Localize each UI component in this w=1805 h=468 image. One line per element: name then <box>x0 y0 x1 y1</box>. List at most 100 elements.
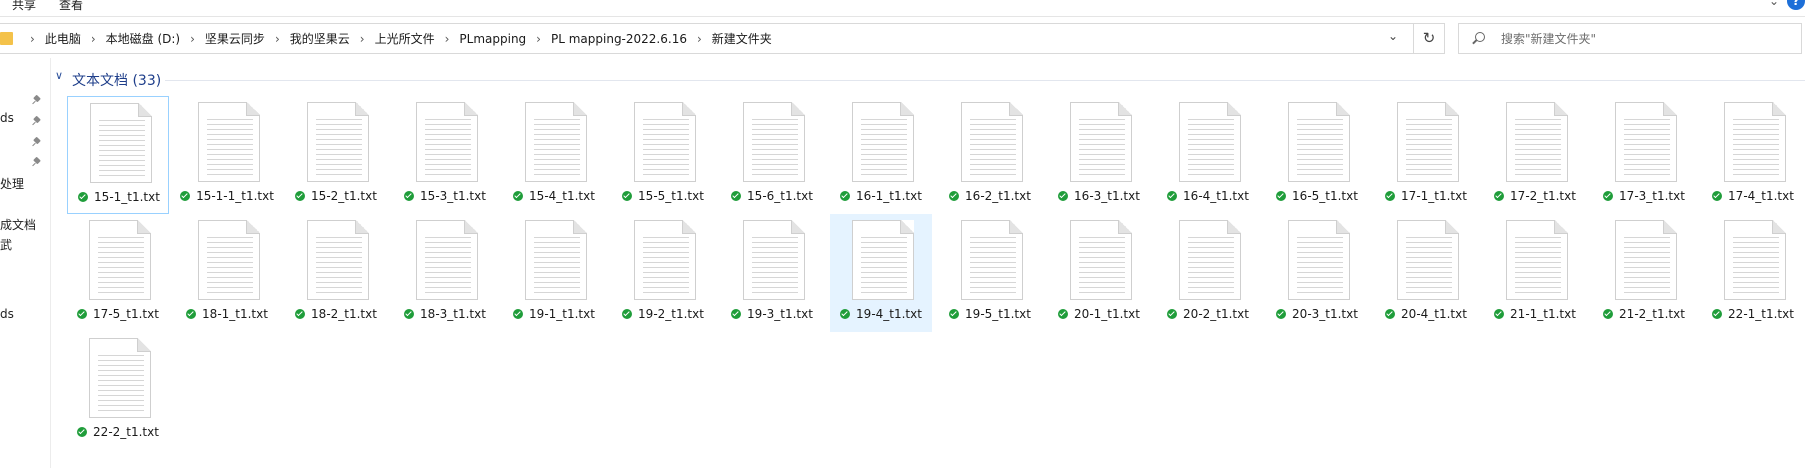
file-name: 19-2_t1.txt <box>612 307 714 321</box>
address-history-chevron-down-icon[interactable]: ⌄ <box>1388 29 1398 43</box>
help-icon[interactable]: ? <box>1787 0 1805 10</box>
chevron-right-icon[interactable]: › <box>30 32 35 46</box>
collapse-group-chevron-icon[interactable]: ∨ <box>55 69 63 82</box>
sync-ok-icon <box>731 191 742 201</box>
file-item[interactable]: 16-5_t1.txt <box>1266 96 1368 214</box>
pin-icon[interactable] <box>33 138 41 146</box>
text-document-icon <box>307 102 369 182</box>
file-item[interactable]: 19-1_t1.txt <box>503 214 605 332</box>
file-name-label: 15-5_t1.txt <box>638 189 704 203</box>
tab-view[interactable]: 查看 <box>59 0 83 13</box>
file-item[interactable]: 15-4_t1.txt <box>503 96 605 214</box>
file-item[interactable]: 15-2_t1.txt <box>285 96 387 214</box>
breadcrumb-item[interactable]: PL mapping-2022.6.16 <box>551 32 687 46</box>
breadcrumb-item[interactable]: 此电脑 <box>45 30 81 47</box>
breadcrumb-item-current[interactable]: 新建文件夹 <box>712 30 772 47</box>
text-document-icon <box>1070 220 1132 300</box>
file-item[interactable]: 21-1_t1.txt <box>1484 214 1586 332</box>
chevron-right-icon[interactable]: › <box>697 32 702 46</box>
file-item[interactable]: 20-3_t1.txt <box>1266 214 1368 332</box>
search-box[interactable] <box>1458 23 1802 55</box>
file-name-label: 15-3_t1.txt <box>420 189 486 203</box>
file-name: 20-4_t1.txt <box>1375 307 1477 321</box>
file-item[interactable]: 18-2_t1.txt <box>285 214 387 332</box>
refresh-icon: ↻ <box>1422 29 1436 47</box>
file-name: 20-2_t1.txt <box>1157 307 1259 321</box>
file-item[interactable]: 18-3_t1.txt <box>394 214 496 332</box>
breadcrumb-item[interactable]: PLmapping <box>459 32 526 46</box>
file-item[interactable]: 16-3_t1.txt <box>1048 96 1150 214</box>
file-name-label: 21-2_t1.txt <box>1619 307 1685 321</box>
file-item[interactable]: 18-1_t1.txt <box>176 214 278 332</box>
file-item[interactable]: 21-2_t1.txt <box>1593 214 1695 332</box>
file-item[interactable]: 17-5_t1.txt <box>67 214 169 332</box>
chevron-right-icon[interactable]: › <box>190 32 195 46</box>
text-document-icon <box>1179 220 1241 300</box>
nav-item[interactable]: ds <box>0 307 14 321</box>
file-name: 17-3_t1.txt <box>1593 189 1695 203</box>
file-item[interactable]: 19-4_t1.txt <box>830 214 932 332</box>
file-name: 15-3_t1.txt <box>394 189 496 203</box>
chevron-right-icon[interactable]: › <box>91 32 96 46</box>
file-item[interactable]: 19-2_t1.txt <box>612 214 714 332</box>
sync-ok-icon <box>622 191 633 201</box>
group-header[interactable]: ∨ 文本文档 (33) <box>55 69 1805 90</box>
file-item[interactable]: 15-1_t1.txt <box>67 96 169 214</box>
file-item[interactable]: 17-2_t1.txt <box>1484 96 1586 214</box>
breadcrumb-item[interactable]: 本地磁盘 (D:) <box>106 30 180 47</box>
file-name: 17-5_t1.txt <box>67 307 169 321</box>
tab-share[interactable]: 共享 <box>12 0 36 13</box>
sync-ok-icon <box>77 427 88 437</box>
file-item[interactable]: 15-6_t1.txt <box>721 96 823 214</box>
file-name-label: 17-2_t1.txt <box>1510 189 1576 203</box>
nav-item[interactable]: ds <box>0 111 14 125</box>
breadcrumb-item[interactable]: 坚果云同步 <box>205 30 265 47</box>
chevron-right-icon[interactable]: › <box>275 32 280 46</box>
nav-item[interactable]: 处理 <box>0 175 24 192</box>
file-item[interactable]: 15-3_t1.txt <box>394 96 496 214</box>
file-name: 17-2_t1.txt <box>1484 189 1586 203</box>
file-item[interactable]: 20-4_t1.txt <box>1375 214 1477 332</box>
file-name-label: 17-4_t1.txt <box>1728 189 1794 203</box>
chevron-right-icon[interactable]: › <box>360 32 365 46</box>
file-item[interactable]: 17-4_t1.txt <box>1702 96 1804 214</box>
file-item[interactable]: 17-3_t1.txt <box>1593 96 1695 214</box>
pin-icon[interactable] <box>33 158 41 166</box>
file-name-label: 15-1-1_t1.txt <box>196 189 274 203</box>
pin-icon[interactable] <box>33 96 41 104</box>
file-item[interactable]: 20-1_t1.txt <box>1048 214 1150 332</box>
file-item[interactable]: 22-1_t1.txt <box>1702 214 1804 332</box>
refresh-button[interactable]: ↻ <box>1414 23 1445 54</box>
pin-icon[interactable] <box>33 117 41 125</box>
file-item[interactable]: 15-1-1_t1.txt <box>176 96 278 214</box>
text-document-icon <box>743 102 805 182</box>
file-name-label: 16-1_t1.txt <box>856 189 922 203</box>
file-item[interactable]: 17-1_t1.txt <box>1375 96 1477 214</box>
file-name: 16-2_t1.txt <box>939 189 1041 203</box>
file-name-label: 15-2_t1.txt <box>311 189 377 203</box>
file-name: 19-1_t1.txt <box>503 307 605 321</box>
nav-item[interactable]: 武 <box>0 236 12 253</box>
file-item[interactable]: 15-5_t1.txt <box>612 96 714 214</box>
breadcrumb-item[interactable]: 上光所文件 <box>375 30 435 47</box>
chevron-right-icon[interactable]: › <box>445 32 450 46</box>
file-item[interactable]: 19-3_t1.txt <box>721 214 823 332</box>
chevron-right-icon[interactable]: › <box>536 32 541 46</box>
text-document-icon <box>525 102 587 182</box>
file-name-label: 16-3_t1.txt <box>1074 189 1140 203</box>
file-item[interactable]: 22-2_t1.txt <box>67 332 169 450</box>
search-input[interactable] <box>1499 24 1793 55</box>
sync-ok-icon <box>1058 191 1069 201</box>
nav-item[interactable]: 成文档 <box>0 216 36 233</box>
file-name-label: 18-1_t1.txt <box>202 307 268 321</box>
file-item[interactable]: 16-4_t1.txt <box>1157 96 1259 214</box>
address-bar[interactable]: › 此电脑 › 本地磁盘 (D:) › 坚果云同步 › 我的坚果云 › 上光所文… <box>0 23 1414 54</box>
file-name: 19-3_t1.txt <box>721 307 823 321</box>
collapse-ribbon-chevron-icon[interactable]: ⌄ <box>1769 0 1779 8</box>
file-item[interactable]: 19-5_t1.txt <box>939 214 1041 332</box>
breadcrumb-item[interactable]: 我的坚果云 <box>290 30 350 47</box>
file-item[interactable]: 20-2_t1.txt <box>1157 214 1259 332</box>
file-name-label: 16-5_t1.txt <box>1292 189 1358 203</box>
file-item[interactable]: 16-2_t1.txt <box>939 96 1041 214</box>
file-item[interactable]: 16-1_t1.txt <box>830 96 932 214</box>
